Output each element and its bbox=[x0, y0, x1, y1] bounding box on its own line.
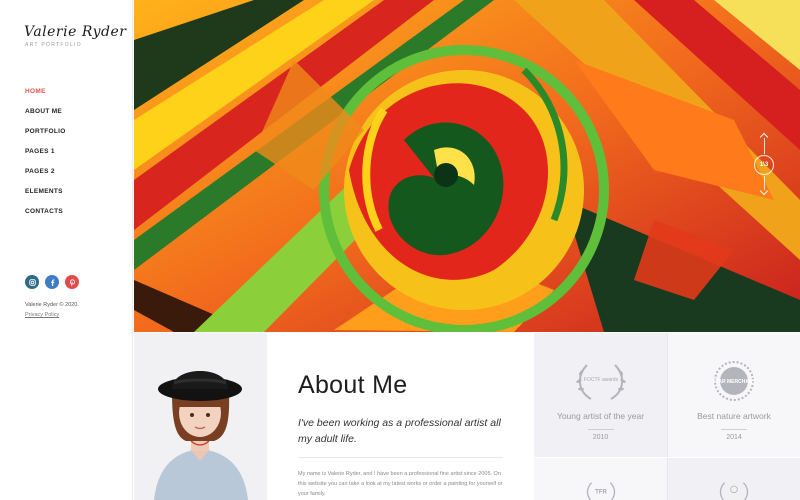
award-divider bbox=[587, 429, 614, 430]
laurel-wreath-icon bbox=[719, 482, 749, 500]
award-title: Young artist of the year bbox=[556, 411, 645, 421]
nav-item-home[interactable]: HOME bbox=[25, 88, 66, 108]
slider-line-top bbox=[763, 138, 765, 154]
award-badge-text: STAR MERCHANT bbox=[712, 379, 755, 385]
sidebar: Valerie Ryder ART PORTFOLIO HOME ABOUT M… bbox=[0, 0, 133, 500]
about-section: About Me I've been working as a professi… bbox=[267, 333, 534, 500]
award-badge-text: TFR bbox=[595, 489, 607, 495]
facebook-icon[interactable] bbox=[45, 275, 59, 289]
award-year: 2014 bbox=[726, 434, 742, 441]
brand-logo[interactable]: Valerie Ryder bbox=[24, 24, 126, 40]
pinterest-icon[interactable] bbox=[65, 275, 79, 289]
award-card: TFR bbox=[534, 458, 667, 500]
artist-photo bbox=[134, 333, 267, 500]
award-divider bbox=[721, 429, 747, 430]
about-title: About Me bbox=[298, 371, 408, 399]
laurel-wreath-icon: FOCTF awards bbox=[575, 364, 626, 400]
award-year: 2010 bbox=[592, 434, 609, 441]
artist-portrait-image bbox=[134, 333, 267, 500]
nav-item-contacts[interactable]: CONTACTS bbox=[25, 208, 66, 228]
award-card bbox=[667, 458, 800, 500]
slide-counter: 1\3 bbox=[754, 155, 774, 175]
award-card: FOCTF awards Young artist of the year 20… bbox=[534, 333, 667, 457]
laurel-wreath-icon: TFR bbox=[586, 482, 615, 500]
about-lead: I've been working as a professional arti… bbox=[298, 417, 501, 445]
instagram-icon[interactable] bbox=[25, 275, 39, 289]
brand-subtitle: ART PORTFOLIO bbox=[25, 42, 82, 48]
about-body: My name is Valerie Ryder, and I have bee… bbox=[298, 471, 503, 497]
hero-slider: 1\3 bbox=[134, 0, 800, 332]
star-badge-icon: STAR MERCHANT bbox=[712, 361, 756, 401]
nav-item-pages-2[interactable]: PAGES 2 bbox=[25, 168, 66, 188]
hero-painting bbox=[134, 0, 800, 332]
nav-item-about-me[interactable]: ABOUT ME bbox=[25, 108, 66, 128]
divider bbox=[298, 457, 503, 458]
award-title: Best nature artwork bbox=[697, 411, 771, 421]
nav-item-portfolio[interactable]: PORTFOLIO bbox=[25, 128, 66, 148]
awards-grid: FOCTF awards Young artist of the year 20… bbox=[534, 333, 800, 500]
social-links bbox=[25, 275, 79, 289]
arrow-down-icon[interactable] bbox=[759, 186, 769, 196]
award-badge-text: FOCTF awards bbox=[583, 377, 618, 383]
copyright-text: Valerie Ryder © 2020. bbox=[25, 302, 79, 308]
slider-controls: 1\3 bbox=[754, 132, 774, 196]
nav-item-elements[interactable]: ELEMENTS bbox=[25, 188, 66, 208]
award-card: STAR MERCHANT Best nature artwork 2014 bbox=[667, 333, 800, 457]
main-nav: HOME ABOUT ME PORTFOLIO PAGES 1 PAGES 2 … bbox=[25, 88, 66, 228]
nav-item-pages-1[interactable]: PAGES 1 bbox=[25, 148, 66, 168]
privacy-policy-link[interactable]: Privacy Policy bbox=[25, 312, 59, 318]
